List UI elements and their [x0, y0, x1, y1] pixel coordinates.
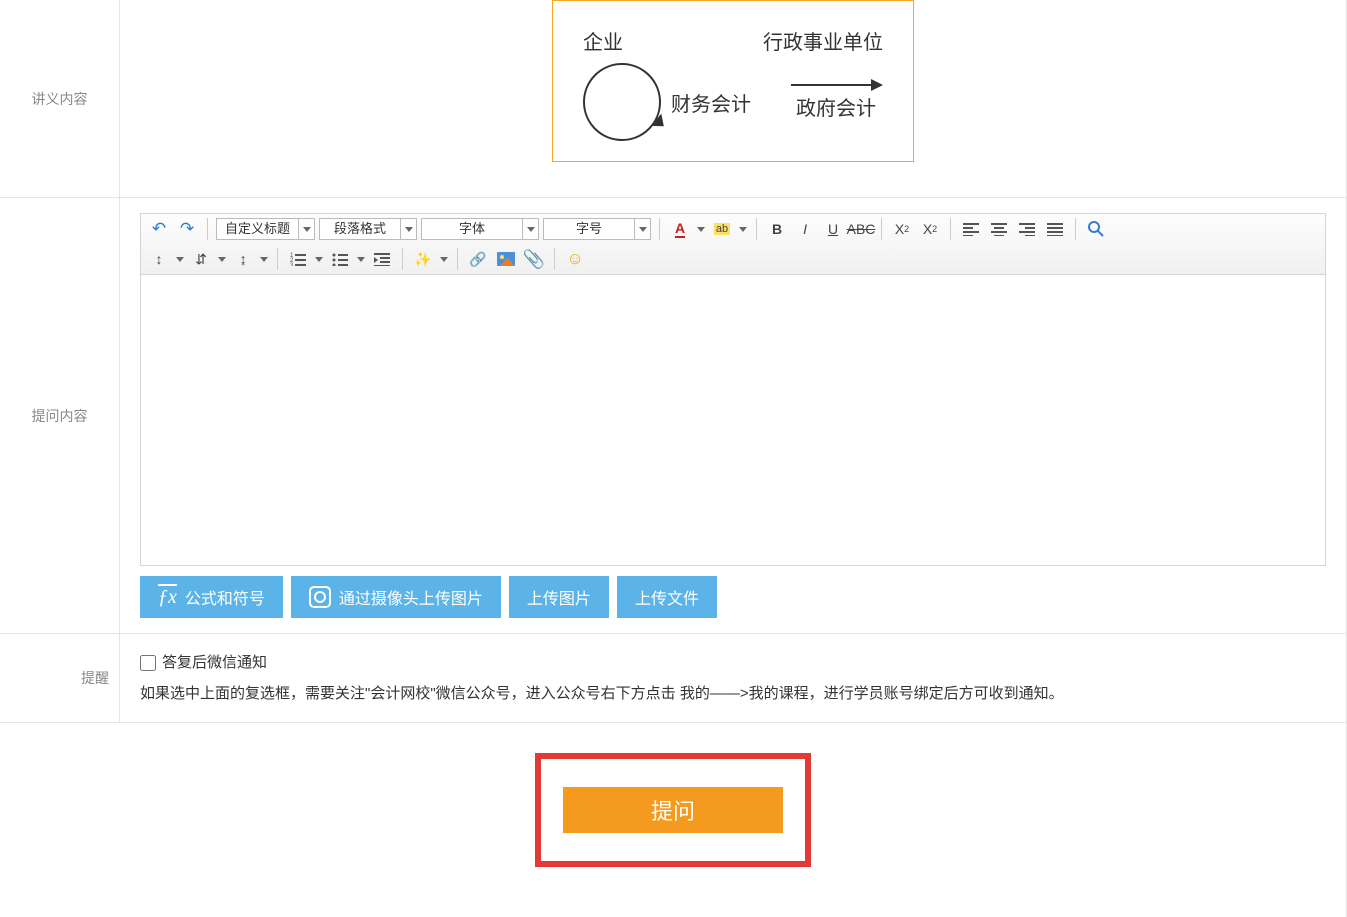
line-height-2-dropdown[interactable]: [217, 248, 227, 270]
camera-icon: [309, 586, 331, 608]
font-color-icon[interactable]: A: [668, 218, 692, 240]
upload-image-button[interactable]: 上传图片: [509, 576, 609, 618]
strikethrough-icon[interactable]: ABC: [849, 218, 873, 240]
attachment-icon[interactable]: 📎: [522, 248, 546, 270]
italic-icon[interactable]: I: [793, 218, 817, 240]
rich-text-editor: ↶ ↷ 自定义标题 段落格式 字体 字号 A ab: [140, 213, 1326, 566]
wechat-notify-label: 答复后微信通知: [162, 649, 267, 676]
question-content: ↶ ↷ 自定义标题 段落格式 字体 字号 A ab: [120, 198, 1346, 633]
line-height-2-icon[interactable]: ⇵: [189, 248, 213, 270]
highlight-dropdown[interactable]: [738, 218, 748, 240]
question-label: 提问内容: [0, 198, 120, 633]
undo-icon[interactable]: ↶: [147, 218, 171, 240]
editor-toolbar: ↶ ↷ 自定义标题 段落格式 字体 字号 A ab: [141, 214, 1325, 275]
magic-wand-dropdown[interactable]: [439, 248, 449, 270]
line-height-1-dropdown[interactable]: [175, 248, 185, 270]
wechat-notify-checkbox[interactable]: [140, 655, 156, 671]
diagram-text-financial-acc: 财务会计: [671, 88, 751, 117]
diagram-text-enterprise: 企业: [583, 26, 623, 55]
lecture-label: 讲义内容: [0, 0, 120, 197]
submit-button[interactable]: 提问: [563, 787, 783, 833]
highlight-icon[interactable]: ab: [710, 218, 734, 240]
superscript-icon[interactable]: X2: [890, 218, 914, 240]
emoji-icon[interactable]: ☺: [563, 248, 587, 270]
paragraph-format-select[interactable]: 段落格式: [319, 218, 417, 240]
image-icon[interactable]: [494, 248, 518, 270]
formula-button[interactable]: ƒx 公式和符号: [140, 576, 283, 618]
diagram-text-gov-acc: 政府会计: [796, 92, 876, 121]
line-height-3-dropdown[interactable]: [259, 248, 269, 270]
unordered-list-dropdown[interactable]: [356, 248, 366, 270]
submit-section: 提问: [0, 723, 1346, 917]
underline-icon[interactable]: U: [821, 218, 845, 240]
reminder-row: 提醒 答复后微信通知 如果选中上面的复选框，需要关注"会计网校"微信公众号，进入…: [0, 634, 1346, 723]
svg-text:3: 3: [290, 263, 294, 266]
editor-textarea[interactable]: [141, 275, 1325, 565]
align-justify-icon[interactable]: [1043, 218, 1067, 240]
lecture-diagram: 企业 行政事业单位 财务会计 政府会计: [552, 0, 914, 162]
align-center-icon[interactable]: [987, 218, 1011, 240]
reminder-label: 提醒: [0, 634, 120, 722]
lecture-content: 企业 行政事业单位 财务会计 政府会计: [120, 0, 1346, 197]
align-left-icon[interactable]: [959, 218, 983, 240]
bold-icon[interactable]: B: [765, 218, 789, 240]
upload-file-button[interactable]: 上传文件: [617, 576, 717, 618]
ordered-list-icon[interactable]: 123: [286, 248, 310, 270]
subscript-icon[interactable]: X2: [918, 218, 942, 240]
formula-icon: ƒx: [158, 586, 177, 609]
unordered-list-icon[interactable]: [328, 248, 352, 270]
align-right-icon[interactable]: [1015, 218, 1039, 240]
link-icon[interactable]: 🔗: [466, 248, 490, 270]
lecture-content-row: 讲义内容 企业 行政事业单位 财务会计 政府会计: [0, 0, 1346, 198]
ordered-list-dropdown[interactable]: [314, 248, 324, 270]
indent-icon[interactable]: [370, 248, 394, 270]
diagram-circle: [583, 63, 661, 141]
camera-upload-button[interactable]: 通过摄像头上传图片: [291, 576, 501, 618]
submit-highlight-border: 提问: [535, 753, 811, 867]
editor-action-row: ƒx 公式和符号 通过摄像头上传图片 上传图片 上传文件: [140, 576, 1326, 618]
line-height-1-icon[interactable]: ↕: [147, 248, 171, 270]
arrow-right-icon: [791, 84, 881, 86]
question-content-row: 提问内容 ↶ ↷ 自定义标题 段落格式 字体 字号: [0, 198, 1346, 634]
redo-icon[interactable]: ↷: [175, 218, 199, 240]
reminder-content: 答复后微信通知 如果选中上面的复选框，需要关注"会计网校"微信公众号，进入公众号…: [120, 634, 1346, 722]
magnify-icon[interactable]: [1084, 218, 1108, 240]
font-family-select[interactable]: 字体: [421, 218, 539, 240]
diagram-text-admin-unit: 行政事业单位: [763, 26, 883, 55]
font-size-select[interactable]: 字号: [543, 218, 651, 240]
line-height-3-icon[interactable]: ↨: [231, 248, 255, 270]
reminder-hint-text: 如果选中上面的复选框，需要关注"会计网校"微信公众号，进入公众号右下方点击 我的…: [140, 680, 1326, 707]
font-color-dropdown[interactable]: [696, 218, 706, 240]
magic-wand-icon[interactable]: ✨: [411, 248, 435, 270]
custom-title-select[interactable]: 自定义标题: [216, 218, 315, 240]
